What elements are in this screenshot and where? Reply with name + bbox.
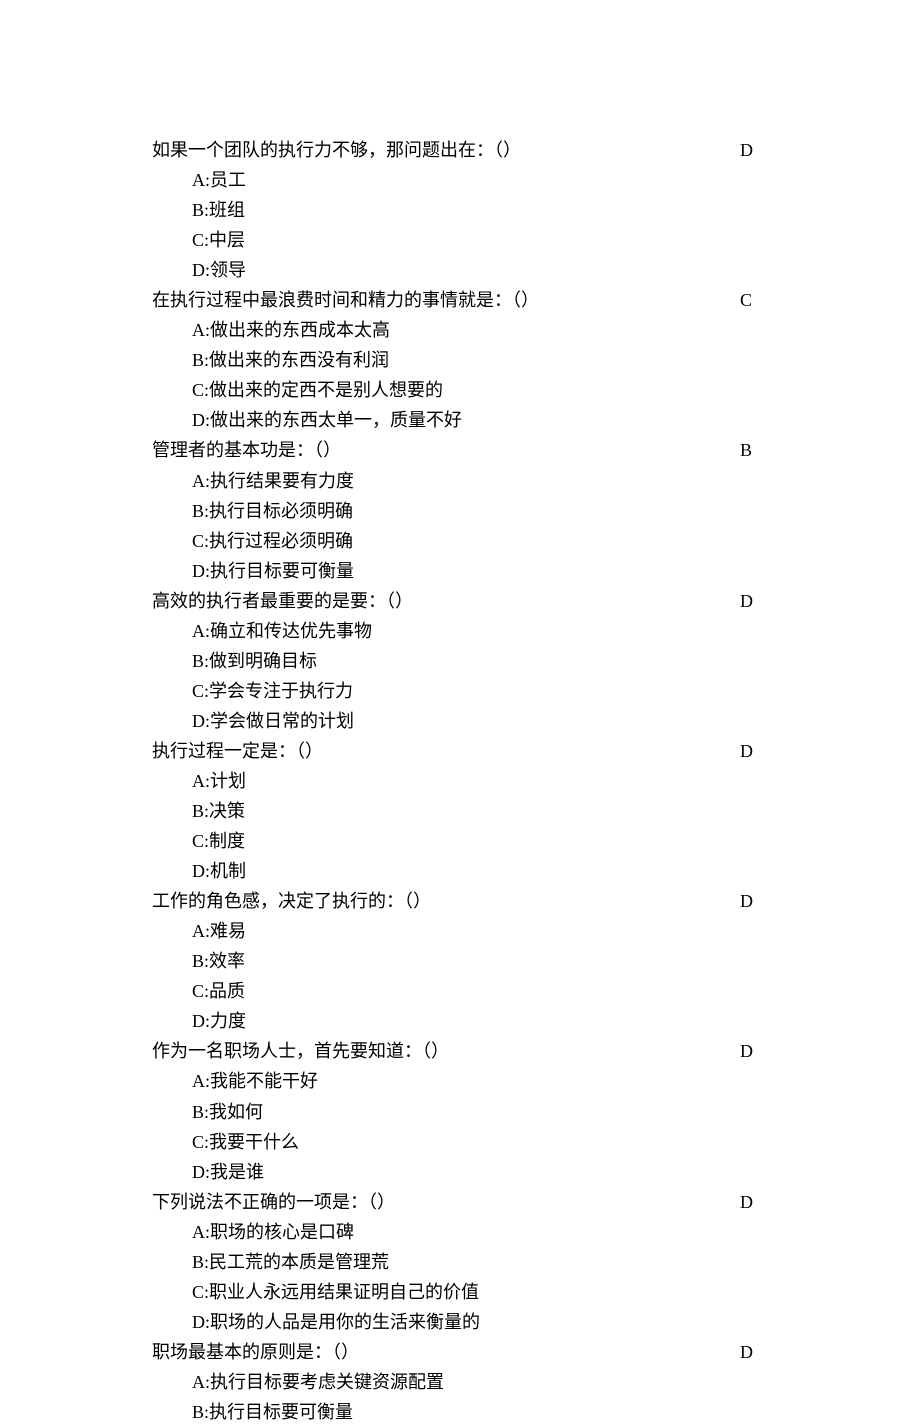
question-answer: B (730, 435, 770, 465)
question-answer: D (730, 1036, 770, 1066)
question-stem: 工作的角色感，决定了执行的：（） (152, 886, 730, 916)
question-stem: 作为一名职场人士，首先要知道：（） (152, 1036, 730, 1066)
question-option: A:难易 (152, 916, 770, 946)
question-stem: 高效的执行者最重要的是要：（） (152, 586, 730, 616)
question-option: B:民工荒的本质是管理荒 (152, 1247, 770, 1277)
question-answer: D (730, 1187, 770, 1217)
question-option: B:执行目标必须明确 (152, 496, 770, 526)
question-option: C:我要干什么 (152, 1127, 770, 1157)
question-stem: 下列说法不正确的一项是：（） (152, 1187, 730, 1217)
question-option: C:做出来的定西不是别人想要的 (152, 375, 770, 405)
question-row: 管理者的基本功是：（） B (152, 435, 770, 465)
question-row: 如果一个团队的执行力不够，那问题出在：（） D (152, 135, 770, 165)
document-page: 如果一个团队的执行力不够，那问题出在：（） D A:员工 B:班组 C:中层 D… (0, 0, 920, 1427)
question-option: D:领导 (152, 255, 770, 285)
question-option: B:决策 (152, 796, 770, 826)
question-option: B:做出来的东西没有利润 (152, 345, 770, 375)
question-answer: D (730, 736, 770, 766)
question-option: C:职业人永远用结果证明自己的价值 (152, 1277, 770, 1307)
question-option: B:做到明确目标 (152, 646, 770, 676)
question-row: 职场最基本的原则是：（） D (152, 1337, 770, 1367)
question-row: 作为一名职场人士，首先要知道：（） D (152, 1036, 770, 1066)
question-stem: 管理者的基本功是：（） (152, 435, 730, 465)
question-option: C:品质 (152, 976, 770, 1006)
question-option: A:确立和传达优先事物 (152, 616, 770, 646)
question-option: D:执行目标要可衡量 (152, 556, 770, 586)
question-option: D:我是谁 (152, 1157, 770, 1187)
question-option: D:职场的人品是用你的生活来衡量的 (152, 1307, 770, 1337)
question-option: D:学会做日常的计划 (152, 706, 770, 736)
question-stem: 职场最基本的原则是：（） (152, 1337, 730, 1367)
question-row: 高效的执行者最重要的是要：（） D (152, 586, 770, 616)
question-answer: D (730, 586, 770, 616)
question-option: A:执行结果要有力度 (152, 466, 770, 496)
question-option: D:力度 (152, 1006, 770, 1036)
question-option: C:执行过程必须明确 (152, 526, 770, 556)
question-answer: D (730, 886, 770, 916)
question-option: C:制度 (152, 826, 770, 856)
question-stem: 执行过程一定是：（） (152, 736, 730, 766)
question-option: D:机制 (152, 856, 770, 886)
question-option: D:做出来的东西太单一，质量不好 (152, 405, 770, 435)
question-option: A:职场的核心是口碑 (152, 1217, 770, 1247)
question-answer: D (730, 1337, 770, 1367)
question-answer: C (730, 285, 770, 315)
question-row: 在执行过程中最浪费时间和精力的事情就是：（） C (152, 285, 770, 315)
question-option: A:计划 (152, 766, 770, 796)
question-option: B:我如何 (152, 1097, 770, 1127)
question-option: B:班组 (152, 195, 770, 225)
question-answer: D (730, 135, 770, 165)
question-option: C:学会专注于执行力 (152, 676, 770, 706)
question-option: A:我能不能干好 (152, 1066, 770, 1096)
question-option: B:执行目标要可衡量 (152, 1397, 770, 1427)
question-stem: 如果一个团队的执行力不够，那问题出在：（） (152, 135, 730, 165)
question-stem: 在执行过程中最浪费时间和精力的事情就是：（） (152, 285, 730, 315)
question-row: 工作的角色感，决定了执行的：（） D (152, 886, 770, 916)
question-row: 执行过程一定是：（） D (152, 736, 770, 766)
question-option: A:执行目标要考虑关键资源配置 (152, 1367, 770, 1397)
question-option: A:员工 (152, 165, 770, 195)
question-row: 下列说法不正确的一项是：（） D (152, 1187, 770, 1217)
question-option: B:效率 (152, 946, 770, 976)
question-option: A:做出来的东西成本太高 (152, 315, 770, 345)
question-option: C:中层 (152, 225, 770, 255)
